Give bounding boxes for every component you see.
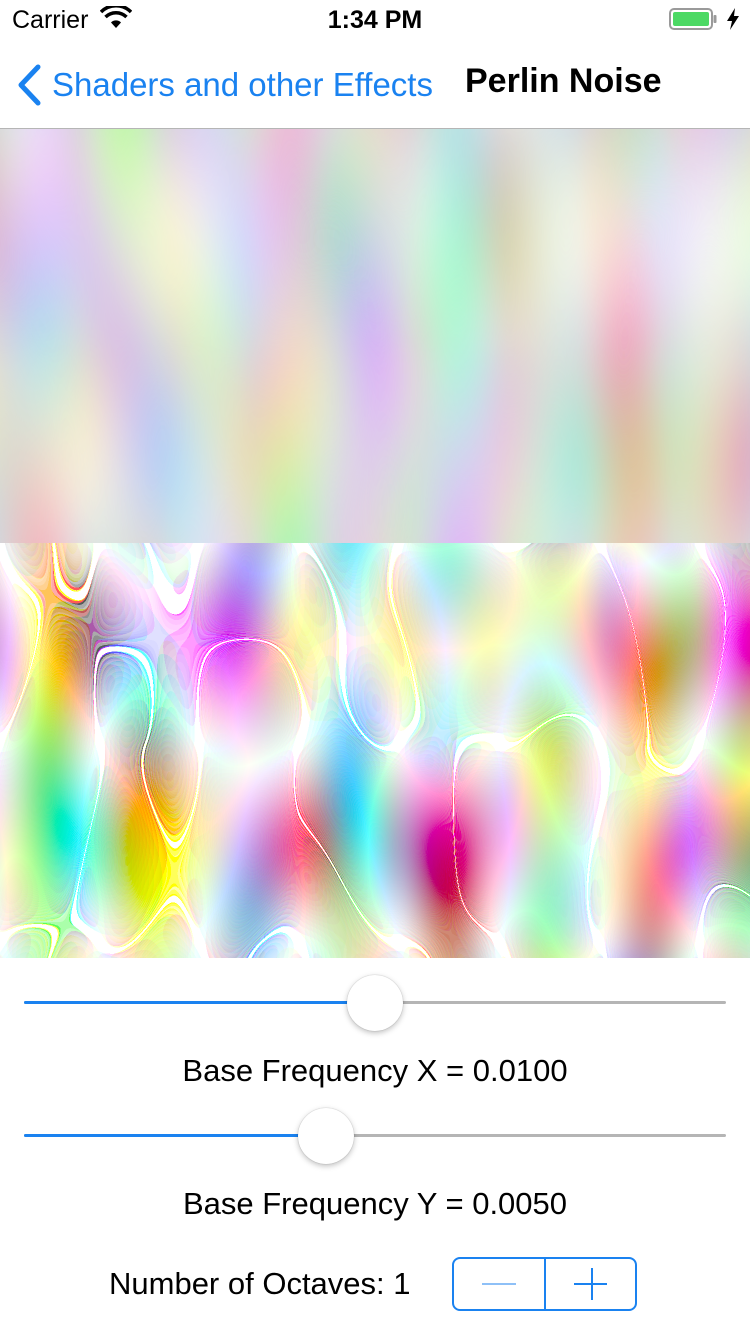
slider-thumb[interactable] [298, 1108, 354, 1164]
base-frequency-y-slider[interactable] [24, 1108, 726, 1164]
slider-fill [24, 1001, 375, 1004]
status-bar: Carrier 1:34 PM [0, 0, 750, 40]
charging-bolt-icon [727, 8, 739, 30]
status-time: 1:34 PM [327, 6, 423, 34]
battery-icon [669, 8, 717, 30]
chevron-left-icon [18, 64, 41, 106]
decrement-button[interactable] [454, 1259, 544, 1309]
turbulence-noise-image [0, 543, 750, 958]
octaves-stepper[interactable] [452, 1257, 637, 1311]
page-title: Perlin Noise [465, 62, 662, 100]
base-frequency-x-label: Base Frequency X = 0.0100 [182, 1053, 568, 1088]
increment-button[interactable] [546, 1259, 636, 1309]
base-frequency-y-label: Base Frequency Y = 0.0050 [182, 1186, 568, 1221]
slider-thumb[interactable] [347, 975, 403, 1031]
minus-icon [482, 1283, 516, 1285]
navigation-bar: Shaders and other Effects Perlin Noise [0, 40, 750, 129]
base-frequency-x-slider[interactable] [24, 975, 726, 1031]
slider-fill [24, 1134, 326, 1137]
perlin-noise-image [0, 129, 750, 544]
octaves-label: Number of Octaves: 1 [109, 1266, 411, 1301]
back-button[interactable]: Shaders and other Effects [16, 60, 433, 110]
back-button-label: Shaders and other Effects [52, 66, 433, 103]
